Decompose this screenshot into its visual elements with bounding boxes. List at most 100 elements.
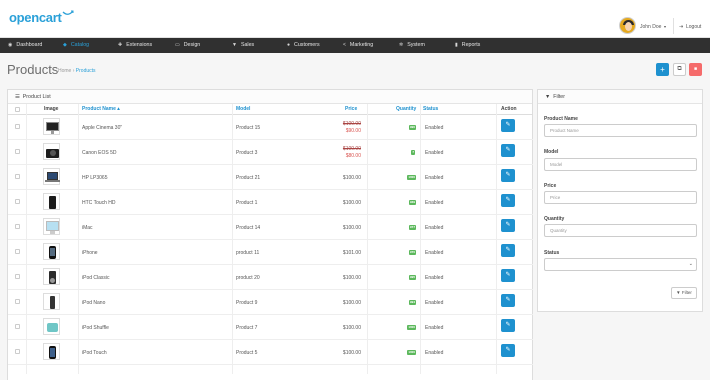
row-checkbox[interactable]: [15, 124, 20, 129]
product-thumbnail[interactable]: [43, 318, 60, 335]
row-checkbox[interactable]: [15, 199, 20, 204]
nav-extensions[interactable]: ✚ Extensions: [118, 38, 152, 53]
product-name-input[interactable]: Product Name: [544, 124, 697, 137]
product-status: Enabled: [425, 325, 444, 331]
nav-marketing[interactable]: < Marketing: [343, 38, 373, 53]
status-select[interactable]: ⌄: [544, 258, 697, 271]
product-thumbnail[interactable]: [43, 218, 60, 235]
edit-button[interactable]: ✎: [501, 244, 515, 257]
row-checkbox[interactable]: [15, 249, 20, 254]
user-avatar[interactable]: [619, 17, 636, 34]
table-row: iPod Touch Product 5 $100.00 1000 Enable…: [8, 340, 533, 365]
product-status: Enabled: [425, 225, 444, 231]
product-name: iPod Shuffle: [82, 325, 109, 331]
nav-customers[interactable]: ● Customers: [287, 38, 320, 53]
edit-button[interactable]: ✎: [501, 294, 515, 307]
filter-button[interactable]: ▼ Filter: [671, 287, 697, 299]
product-model: Product 14: [236, 225, 261, 231]
table-row: Apple Cinema 30" Product 15 $100.00 $90.…: [8, 115, 533, 140]
quantity-input[interactable]: Quantity: [544, 224, 697, 237]
edit-button[interactable]: ✎: [501, 194, 515, 207]
user-name[interactable]: John Doe: [640, 24, 661, 30]
table-row: HP LP3065 Product 21 $100.00 1000 Enable…: [8, 165, 533, 190]
product-name: HTC Touch HD: [82, 200, 116, 206]
column-price[interactable]: Price: [345, 104, 357, 115]
filter-header: ▼ Filter: [538, 90, 702, 104]
select-all-checkbox[interactable]: [15, 107, 20, 112]
row-checkbox[interactable]: [15, 149, 20, 154]
sign-out-icon[interactable]: ⇥: [679, 24, 683, 30]
table-row: iPod Nano Product 9 $100.00 994 Enabled …: [8, 290, 533, 315]
cart-logo-icon: [62, 10, 74, 15]
row-checkbox[interactable]: [15, 349, 20, 354]
nav-catalog[interactable]: ◆ Catalog: [63, 38, 89, 53]
filter-button-label: Filter: [681, 290, 692, 295]
divider: [673, 18, 674, 34]
edit-button[interactable]: ✎: [501, 344, 515, 357]
logout-link[interactable]: Logout: [686, 24, 701, 30]
product-thumbnail[interactable]: [43, 118, 60, 135]
delete-button[interactable]: ■: [689, 63, 702, 76]
panel-title: Filter: [553, 94, 566, 100]
breadcrumb: Home › Products: [58, 68, 96, 74]
price-input[interactable]: Price: [544, 191, 697, 204]
nav-design[interactable]: ▭ Design: [175, 38, 200, 53]
product-price: $100.00: [342, 275, 361, 281]
edit-button[interactable]: ✎: [501, 119, 515, 132]
product-thumbnail[interactable]: [43, 193, 60, 210]
column-model[interactable]: Model: [236, 104, 250, 115]
nav-system[interactable]: ✲ System: [399, 38, 425, 53]
breadcrumb-home[interactable]: Home: [58, 68, 71, 74]
product-name-label: Product Name: [544, 116, 578, 122]
product-status: Enabled: [425, 275, 444, 281]
row-checkbox[interactable]: [15, 224, 20, 229]
opencart-logo[interactable]: opencart: [9, 10, 62, 25]
row-checkbox[interactable]: [15, 299, 20, 304]
caret-down-icon[interactable]: ▾: [664, 24, 666, 29]
product-thumbnail[interactable]: [43, 143, 60, 160]
nav-reports[interactable]: ▮ Reports: [455, 38, 480, 53]
copy-button[interactable]: ⧉: [673, 63, 686, 76]
trash-icon: ■: [693, 66, 698, 72]
row-checkbox[interactable]: [15, 174, 20, 179]
header: opencart John Doe ▾ ⇥ Logout: [0, 0, 710, 38]
product-model: Product 7: [236, 325, 258, 331]
product-price-special: $90.00: [345, 128, 361, 134]
pencil-icon: ✎: [505, 172, 511, 178]
edit-button[interactable]: ✎: [501, 219, 515, 232]
quantity-badge: 1000: [407, 325, 416, 330]
edit-button[interactable]: ✎: [501, 319, 515, 332]
model-label: Model: [544, 149, 559, 155]
column-status[interactable]: Status: [423, 104, 438, 115]
product-price-old: $100.00: [342, 121, 361, 127]
column-image: Image: [44, 106, 59, 112]
product-thumbnail[interactable]: [43, 243, 60, 260]
cart-icon: ▼: [232, 42, 237, 48]
product-thumbnail[interactable]: [43, 168, 60, 185]
product-thumbnail[interactable]: [43, 293, 60, 310]
product-name: iPod Nano: [82, 300, 106, 306]
nav-label: Sales: [240, 42, 255, 48]
edit-button[interactable]: ✎: [501, 144, 515, 157]
column-quantity[interactable]: Quantity: [396, 104, 416, 115]
edit-button[interactable]: ✎: [501, 169, 515, 182]
pencil-icon: ✎: [505, 222, 511, 228]
pencil-icon: ✎: [505, 247, 511, 253]
product-thumbnail[interactable]: [43, 268, 60, 285]
edit-button[interactable]: ✎: [501, 269, 515, 282]
product-thumbnail[interactable]: [43, 343, 60, 360]
column-product-name[interactable]: Product Name ▴: [82, 104, 120, 115]
add-new-button[interactable]: +: [656, 63, 669, 76]
model-input[interactable]: Model: [544, 158, 697, 171]
product-price: $100.00: [342, 300, 361, 306]
row-checkbox[interactable]: [15, 324, 20, 329]
breadcrumb-products[interactable]: Products: [76, 68, 96, 74]
nav-sales[interactable]: ▼ Sales: [232, 38, 254, 53]
gear-icon: ✲: [399, 42, 404, 48]
row-checkbox[interactable]: [15, 274, 20, 279]
nav-label: Catalog: [70, 42, 90, 48]
nav-dashboard[interactable]: ◉ Dashboard: [8, 38, 42, 53]
dashboard-icon: ◉: [8, 42, 13, 48]
quantity-badge: 990: [408, 125, 416, 130]
copy-icon: ⧉: [677, 66, 682, 72]
